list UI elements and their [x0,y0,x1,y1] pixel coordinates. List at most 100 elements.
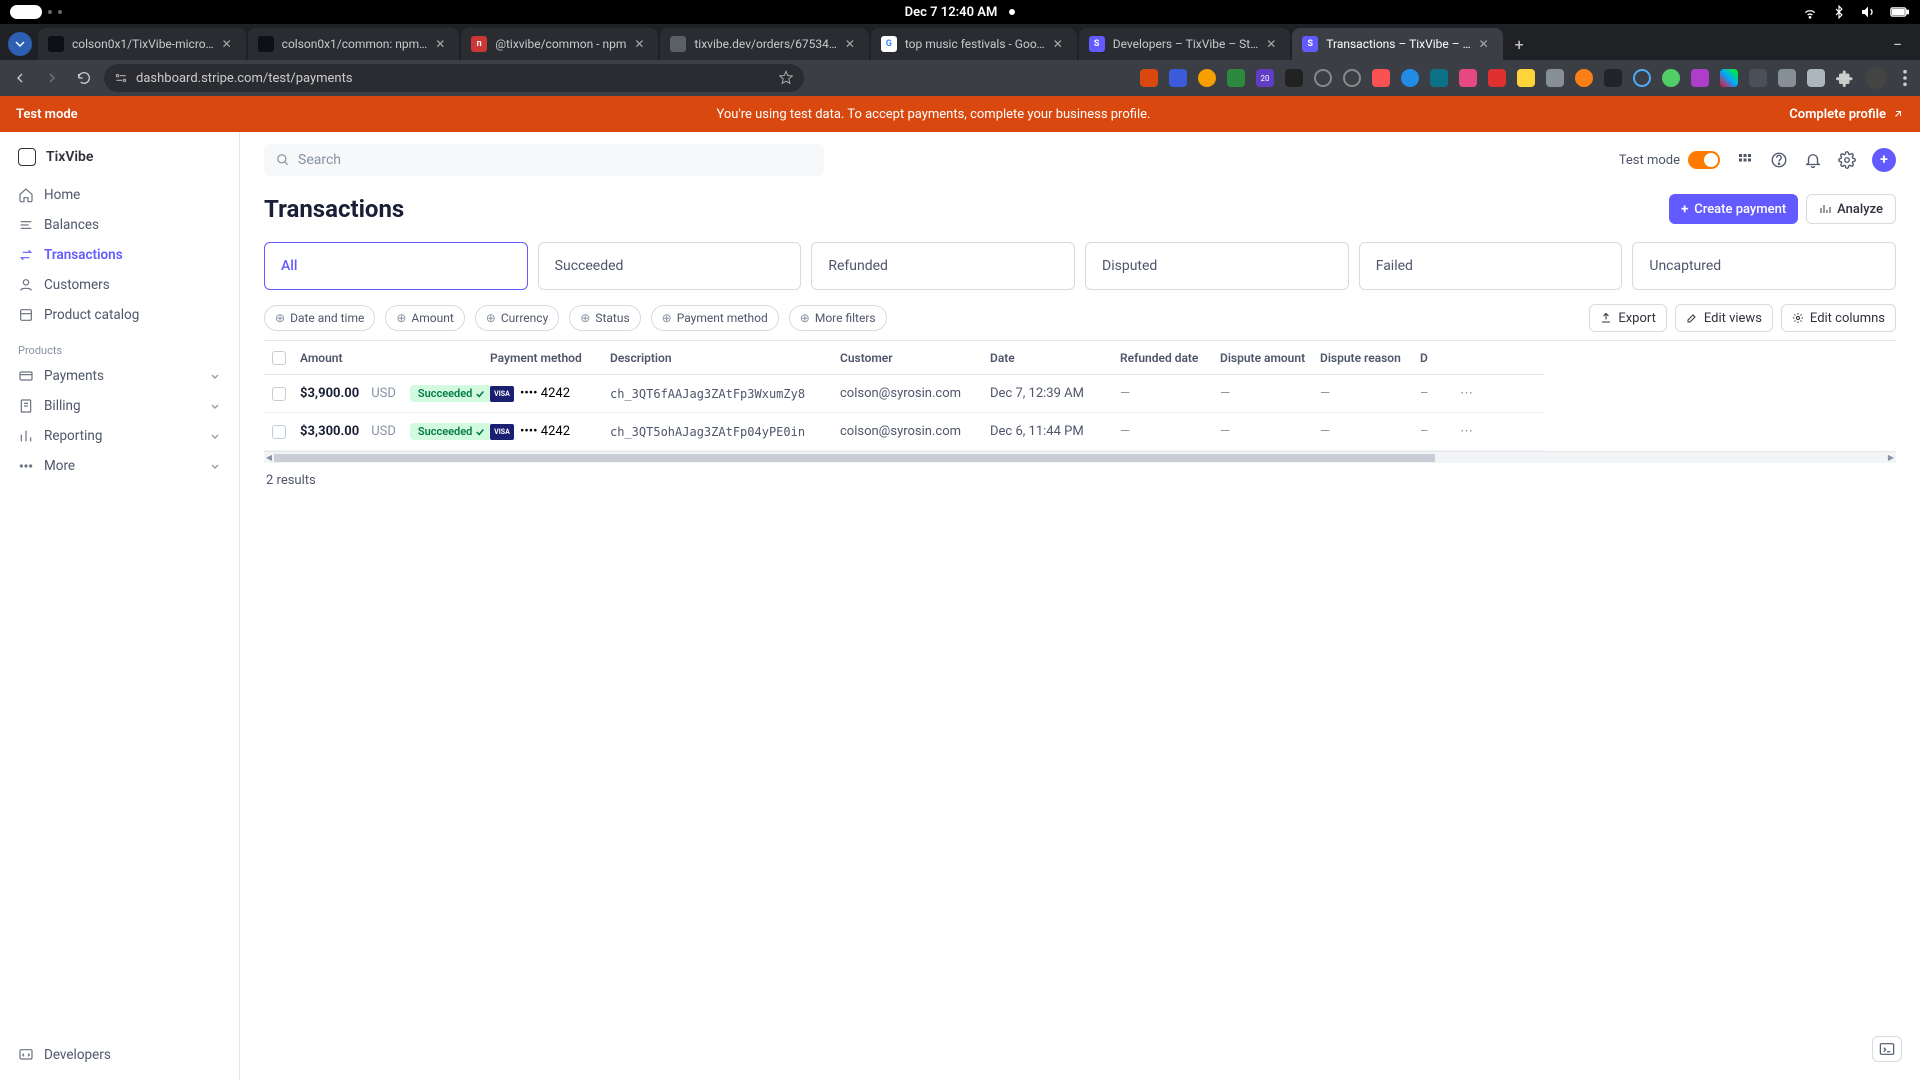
extension-icon[interactable] [1807,69,1825,87]
filter-date-and-time[interactable]: ⊕Date and time [264,305,375,331]
sidebar-item-home[interactable]: Home [0,180,239,210]
complete-profile-link[interactable]: Complete profile [1789,107,1904,122]
browser-tab[interactable]: SDevelopers – TixVibe – St…✕ [1079,28,1291,60]
filter-currency[interactable]: ⊕Currency [475,305,559,331]
extension-icon[interactable] [1372,69,1390,87]
site-settings-icon[interactable] [114,71,128,85]
extensions-menu-icon[interactable] [1836,69,1854,87]
extension-icon[interactable] [1720,69,1738,87]
extension-icon[interactable] [1633,69,1651,87]
sidebar-item-payments[interactable]: Payments [0,361,239,391]
filter-amount[interactable]: ⊕Amount [385,305,464,331]
edit-views-button[interactable]: Edit views [1675,304,1773,332]
col-description[interactable]: Description [604,351,834,365]
close-tab-icon[interactable]: ✕ [634,37,648,51]
extension-icon[interactable] [1430,69,1448,87]
select-all-checkbox[interactable] [272,351,286,365]
account-switcher[interactable]: TixVibe [0,142,239,180]
extension-icon[interactable] [1169,69,1187,87]
col-payment-method[interactable]: Payment method [484,351,604,365]
extension-icon[interactable] [1401,69,1419,87]
tab-search-button[interactable] [8,32,32,56]
new-tab-button[interactable]: + [1505,35,1534,54]
col-dispute-reason[interactable]: Dispute reason [1314,351,1414,365]
extension-icon[interactable] [1575,69,1593,87]
close-tab-icon[interactable]: ✕ [1266,37,1280,51]
browser-tab[interactable]: n@tixvibe/common - npm✕ [461,28,658,60]
filter-status[interactable]: ⊕Status [569,305,640,331]
sidebar-item-customers[interactable]: Customers [0,270,239,300]
status-tab-refunded[interactable]: Refunded [811,242,1075,290]
status-tab-failed[interactable]: Failed [1359,242,1623,290]
reload-button[interactable] [72,66,96,90]
forward-button[interactable] [40,66,64,90]
extension-icon[interactable] [1749,69,1767,87]
filter-more-filters[interactable]: ⊕More filters [789,305,887,331]
extension-icon[interactable] [1604,69,1622,87]
sidebar-item-billing[interactable]: Billing [0,391,239,421]
extension-icon[interactable] [1517,69,1535,87]
apps-icon[interactable] [1736,151,1754,169]
settings-icon[interactable] [1838,151,1856,169]
table-row[interactable]: $3,900.00USDSucceeded VISA•••• 4242 ch_3… [264,375,1544,413]
analyze-button[interactable]: Analyze [1806,194,1896,224]
browser-tab[interactable]: STransactions – TixVibe – …✕ [1292,28,1502,60]
col-date[interactable]: Date [984,351,1114,365]
extension-icon[interactable] [1198,69,1216,87]
extension-icon[interactable]: 20 [1256,69,1274,87]
close-tab-icon[interactable]: ✕ [845,37,859,51]
filter-payment-method[interactable]: ⊕Payment method [651,305,779,331]
status-tab-succeeded[interactable]: Succeeded [538,242,802,290]
status-tab-uncaptured[interactable]: Uncaptured [1632,242,1896,290]
close-tab-icon[interactable]: ✕ [1053,37,1067,51]
row-checkbox[interactable] [272,387,286,401]
extension-icon[interactable] [1140,69,1158,87]
extension-icon[interactable] [1778,69,1796,87]
sidebar-item-developers[interactable]: Developers [0,1040,239,1070]
edit-columns-button[interactable]: Edit columns [1781,304,1896,332]
close-tab-icon[interactable]: ✕ [1479,37,1493,51]
back-button[interactable] [8,66,32,90]
extension-icon[interactable] [1343,69,1361,87]
status-tab-all[interactable]: All [264,242,528,290]
extension-icon[interactable] [1488,69,1506,87]
extension-icon[interactable] [1285,69,1303,87]
close-tab-icon[interactable]: ✕ [435,37,449,51]
notifications-icon[interactable] [1804,151,1822,169]
sidebar-item-more[interactable]: More [0,451,239,481]
search-input[interactable]: Search [264,144,824,176]
bookmark-icon[interactable] [778,70,794,86]
profile-avatar[interactable] [1865,67,1887,89]
sidebar-item-balances[interactable]: Balances [0,210,239,240]
extension-icon[interactable] [1227,69,1245,87]
minimize-button[interactable]: − [1883,35,1912,54]
extension-icon[interactable] [1459,69,1477,87]
row-menu-icon[interactable]: ⋯ [1460,386,1473,401]
browser-menu-icon[interactable] [1898,69,1912,87]
extension-icon[interactable] [1314,69,1332,87]
table-row[interactable]: $3,300.00USDSucceeded VISA•••• 4242 ch_3… [264,413,1544,451]
extension-icon[interactable] [1662,69,1680,87]
status-tab-disputed[interactable]: Disputed [1085,242,1349,290]
extension-icon[interactable] [1691,69,1709,87]
export-button[interactable]: Export [1589,304,1667,332]
test-mode-toggle[interactable] [1688,151,1720,169]
sidebar-item-transactions[interactable]: Transactions [0,240,239,270]
col-refunded-date[interactable]: Refunded date [1114,351,1214,365]
feedback-button[interactable] [1872,1036,1902,1062]
row-checkbox[interactable] [272,425,286,439]
sidebar-item-product-catalog[interactable]: Product catalog [0,300,239,330]
browser-tab[interactable]: colson0x1/TixVibe-micro…✕ [38,28,246,60]
col-truncated[interactable]: D [1414,351,1454,365]
sidebar-item-reporting[interactable]: Reporting [0,421,239,451]
col-amount[interactable]: Amount [294,351,484,365]
close-tab-icon[interactable]: ✕ [222,37,236,51]
browser-tab[interactable]: tixvibe.dev/orders/67534…✕ [660,28,869,60]
horizontal-scrollbar[interactable]: ◀ ▶ [264,451,1896,463]
row-menu-icon[interactable]: ⋯ [1460,424,1473,439]
extension-icon[interactable] [1546,69,1564,87]
col-customer[interactable]: Customer [834,351,984,365]
create-payment-button[interactable]: + Create payment [1669,194,1798,224]
browser-tab[interactable]: colson0x1/common: npm…✕ [248,28,460,60]
address-bar[interactable]: dashboard.stripe.com/test/payments [104,64,804,92]
